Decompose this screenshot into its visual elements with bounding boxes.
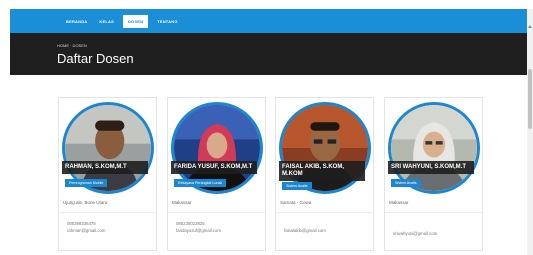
lecturer-name: SRI WAHYUNI, S.KOM,M.T [388,161,474,174]
scroll-thumb[interactable] [528,69,532,129]
page-scrollbar[interactable] [527,9,533,255]
nav-link-kelas[interactable]: KELAS [96,16,117,27]
nav-link-dosen[interactable]: DOSEN [122,14,149,28]
lecturer-email: faridayusuf@gmail.com [176,228,221,233]
nav-link-tentang[interactable]: TENTANG [154,16,180,27]
top-navbar: BERANDA KELAS DOSEN TENTANG [10,9,527,33]
lecturer-location: Makassar [172,200,192,205]
course-badge: Sistem Analis [391,179,421,187]
page-header: HOME · DOSEN Daftar Dosen [10,33,527,75]
lecturer-card[interactable]: FARIDA YUSUF, S.KOM,M.T Rekayasa Perangk… [167,97,266,251]
course-badge: Pemrograman Mobile [65,179,108,187]
nav-menu: BERANDA KELAS DOSEN TENTANG [63,9,181,33]
lecturer-card[interactable]: RAHMAN, S.KOM,M.T Pemrograman Mobile Uju… [58,97,157,251]
card-divider [59,212,156,213]
lecturer-location: Makassar [389,200,409,205]
course-badge: Sistem Analis [282,182,312,190]
lecturer-name: FAISAL AKIB, S.KOM, M.KOM [279,161,365,181]
lecturer-location: Ujung.ale, Bone Utara [63,200,108,205]
nav-link-beranda[interactable]: BERANDA [63,16,90,27]
lecturer-email: faisalakib@gmail.com [284,228,326,233]
lecturer-card[interactable]: SRI WAHYUNI, S.KOM,M.T Sistem Analis Mak… [384,97,483,251]
card-divider [385,212,482,213]
page-title: Daftar Dosen [57,51,134,66]
lecturer-email: rahman@gmail.com [67,228,106,233]
lecturer-card[interactable]: FAISAL AKIB, S.KOM, M.KOM Sistem Analis … [275,97,374,251]
breadcrumb: HOME · DOSEN [57,43,87,48]
lecturer-location: Samata - Gowa [280,200,312,205]
scroll-up-arrow-icon[interactable] [528,25,532,28]
lecturer-phone: 085398336478 [67,221,96,226]
lecturer-email: sriwahyuni@gmail.com [393,231,438,236]
lecturer-name: RAHMAN, S.KOM,M.T [62,161,148,174]
lecturer-phone: 085238023825 [176,221,205,226]
card-divider [168,212,265,213]
card-divider [276,212,373,213]
lecturer-name: FARIDA YUSUF, S.KOM,M.T [171,161,257,174]
course-badge: Rekayasa Perangkat Lunak [174,179,227,187]
